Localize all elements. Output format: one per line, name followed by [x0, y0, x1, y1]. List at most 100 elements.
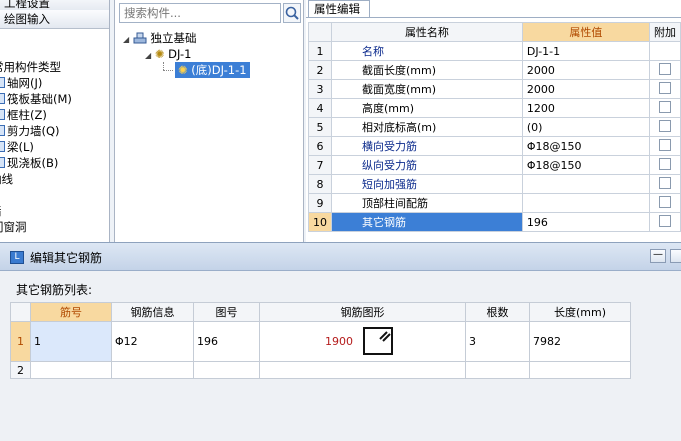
property-row[interactable]: 4 高度(mm) 1200	[308, 98, 681, 118]
property-name[interactable]: 短向加强筋	[331, 174, 523, 194]
row-number[interactable]: 2	[308, 60, 332, 80]
property-row[interactable]: 8 短向加强筋	[308, 174, 681, 194]
category-label: 门窗洞	[0, 220, 27, 234]
property-value[interactable]	[521, 174, 650, 194]
cell-length[interactable]: 7982	[529, 321, 631, 362]
extra-checkbox[interactable]	[658, 214, 671, 227]
cell-figure-no[interactable]: 196	[193, 321, 260, 362]
property-row[interactable]: 9 顶部柱间配筋	[308, 193, 681, 213]
property-value[interactable]: 196	[521, 212, 650, 232]
maximize-button[interactable]	[670, 249, 681, 263]
tab-property-edit[interactable]: 属性编辑	[308, 0, 370, 18]
header-bar-shape: 钢筋图形	[259, 302, 466, 322]
extra-cell	[648, 98, 681, 118]
extra-checkbox[interactable]	[658, 100, 671, 113]
row-number[interactable]: 3	[308, 79, 332, 99]
cell-bar-shape[interactable]	[259, 361, 466, 379]
property-value[interactable]	[521, 193, 650, 213]
tab-drawing-input[interactable]: 绘图输入	[0, 10, 109, 29]
cell-figure-no[interactable]	[193, 361, 260, 379]
extra-checkbox[interactable]	[658, 81, 671, 94]
property-name[interactable]: 截面宽度(mm)	[331, 79, 523, 99]
extra-cell	[648, 212, 681, 232]
row-number[interactable]: 8	[308, 174, 332, 194]
property-value[interactable]: Φ18@150	[521, 155, 650, 175]
property-row[interactable]: 5 相对底标高(m) (0)	[308, 117, 681, 137]
property-value[interactable]: 2000	[521, 60, 650, 80]
tree-root[interactable]: ◢ 独立基础	[123, 30, 196, 46]
property-row[interactable]: 3 截面宽度(mm) 2000	[308, 79, 681, 99]
cell-count[interactable]	[465, 361, 530, 379]
collapse-arrow-icon[interactable]: ◢	[145, 51, 151, 60]
category-axis[interactable]: 轴线	[0, 171, 13, 187]
row-number[interactable]: 1	[308, 41, 332, 61]
property-name[interactable]: 高度(mm)	[331, 98, 523, 118]
component-item[interactable]: 现浇板(B)	[0, 155, 58, 171]
property-name[interactable]: 名称	[331, 41, 523, 61]
property-value[interactable]: Φ18@150	[521, 136, 650, 156]
search-input[interactable]	[119, 3, 281, 23]
extra-checkbox[interactable]	[658, 157, 671, 170]
component-label: 框柱(Z)	[7, 108, 47, 122]
category-common[interactable]: 常用构件类型	[0, 59, 61, 75]
property-row[interactable]: 2 截面长度(mm) 2000	[308, 60, 681, 80]
property-name[interactable]: 顶部柱间配筋	[331, 193, 523, 213]
row-number[interactable]: 5	[308, 117, 332, 137]
property-row[interactable]: 10 其它钢筋 196	[308, 212, 681, 232]
property-name[interactable]: 相对底标高(m)	[331, 117, 523, 137]
category-label: 常用构件类型	[0, 60, 61, 74]
property-name[interactable]: 截面长度(mm)	[331, 60, 523, 80]
component-item[interactable]: 框柱(Z)	[0, 107, 47, 123]
extra-checkbox[interactable]	[658, 119, 671, 132]
cell-bar-info[interactable]: Φ12	[111, 321, 194, 362]
extra-cell	[648, 41, 681, 61]
row-number[interactable]: 10	[308, 212, 332, 232]
search-button[interactable]	[283, 3, 301, 23]
extra-checkbox[interactable]	[658, 176, 671, 189]
property-value[interactable]: DJ-1-1	[521, 41, 650, 61]
header-count: 根数	[465, 302, 530, 322]
table-row[interactable]: 2	[10, 361, 631, 379]
collapse-arrow-icon[interactable]: ◢	[123, 35, 129, 44]
dialog-titlebar[interactable]: L 编辑其它钢筋 —	[0, 243, 681, 271]
property-row[interactable]: 7 纵向受力筋 Φ18@150	[308, 155, 681, 175]
category-wall[interactable]: 墙	[0, 203, 2, 219]
row-number[interactable]: 2	[10, 361, 31, 379]
cell-bar-no[interactable]: 1	[30, 321, 112, 362]
component-item[interactable]: 筏板基础(M)	[0, 91, 72, 107]
cell-bar-no[interactable]	[30, 361, 112, 379]
component-item[interactable]: 剪力墙(Q)	[0, 123, 60, 139]
property-row[interactable]: 6 横向受力筋 Φ18@150	[308, 136, 681, 156]
cell-length[interactable]	[529, 361, 631, 379]
property-value[interactable]: 1200	[521, 98, 650, 118]
row-number[interactable]: 6	[308, 136, 332, 156]
property-value[interactable]: (0)	[521, 117, 650, 137]
property-row[interactable]: 1 名称 DJ-1-1	[308, 41, 681, 61]
cell-bar-info[interactable]	[111, 361, 194, 379]
row-number[interactable]: 9	[308, 193, 332, 213]
row-number[interactable]: 7	[308, 155, 332, 175]
tree-connector	[163, 70, 173, 71]
table-row[interactable]: 1 1 Φ12 196 1900 3 7982	[10, 321, 631, 362]
gear-icon: ✺	[178, 63, 188, 77]
cell-bar-shape[interactable]: 1900	[259, 321, 466, 362]
property-table: 属性名称 属性值 附加 1 名称 DJ-1-1 2 截面长度(mm) 2000 3 截面宽度(…	[308, 22, 681, 232]
category-label: 墙	[0, 204, 2, 218]
tree-leaf-selected[interactable]: ✺ (底)DJ-1-1	[175, 62, 250, 78]
row-number[interactable]: 4	[308, 98, 332, 118]
cell-count[interactable]: 3	[465, 321, 530, 362]
extra-checkbox[interactable]	[658, 195, 671, 208]
column-icon	[0, 109, 5, 120]
property-value[interactable]: 2000	[521, 79, 650, 99]
row-number[interactable]: 1	[10, 321, 31, 362]
extra-checkbox[interactable]	[658, 138, 671, 151]
property-name[interactable]: 纵向受力筋	[331, 155, 523, 175]
component-item[interactable]: 轴网(J)	[0, 75, 42, 91]
component-item[interactable]: 梁(L)	[0, 139, 34, 155]
extra-checkbox[interactable]	[658, 62, 671, 75]
category-opening[interactable]: 门窗洞	[0, 219, 27, 235]
property-name[interactable]: 其它钢筋	[331, 212, 523, 232]
minimize-button[interactable]: —	[650, 249, 666, 263]
property-name[interactable]: 横向受力筋	[331, 136, 523, 156]
tree-node-dj1[interactable]: ◢ ✺ DJ-1	[145, 46, 191, 62]
